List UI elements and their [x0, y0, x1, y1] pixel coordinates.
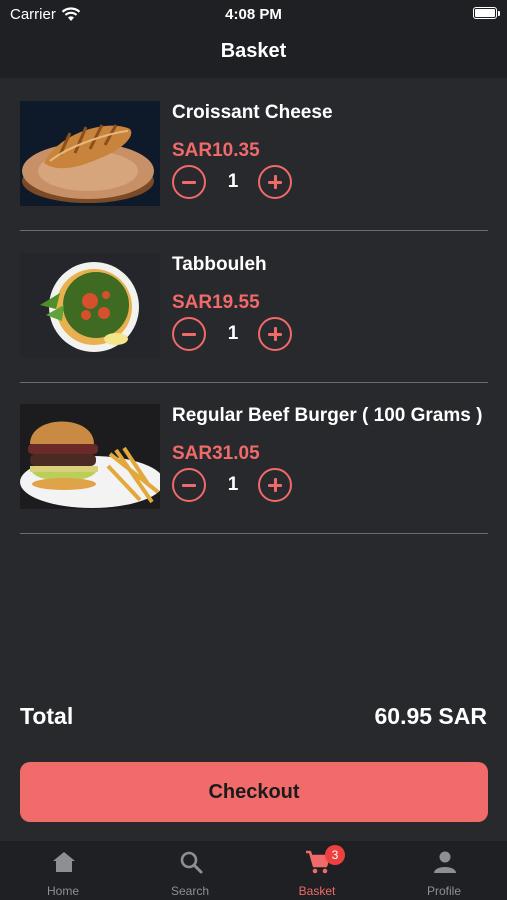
tab-label: Basket: [298, 884, 336, 898]
total-label: Total: [20, 703, 74, 729]
tab-search[interactable]: Search: [127, 841, 253, 900]
item-quantity: 1: [227, 474, 239, 495]
basket-item: Tabbouleh SAR19.55 1: [20, 230, 488, 383]
tab-label: Home: [46, 884, 79, 898]
minus-icon: [182, 181, 196, 184]
item-price: SAR19.55: [172, 292, 260, 313]
total-value: 60.95 SAR: [374, 703, 487, 729]
nav-bar: Basket: [0, 28, 507, 78]
tab-label: Profile: [426, 884, 461, 898]
checkout-button[interactable]: Checkout: [20, 762, 488, 822]
item-name: Tabbouleh: [172, 254, 267, 275]
decrease-quantity-button[interactable]: [172, 468, 206, 502]
decrease-quantity-button[interactable]: [172, 317, 206, 351]
basket-item: Croissant Cheese SAR10.35 1: [20, 78, 488, 231]
basket-item: Regular Beef Burger ( 100 Grams ) SAR31.…: [20, 381, 488, 534]
tab-bar: Home Search 3 Basket Profile: [0, 841, 507, 900]
profile-icon: [434, 851, 456, 873]
decrease-quantity-button[interactable]: [172, 165, 206, 199]
increase-quantity-button[interactable]: [258, 468, 292, 502]
item-quantity: 1: [227, 171, 239, 192]
item-price: SAR10.35: [172, 140, 260, 161]
increase-quantity-button[interactable]: [258, 165, 292, 199]
tab-profile[interactable]: Profile: [381, 841, 507, 900]
croissant-image: [20, 101, 160, 206]
item-name: Croissant Cheese: [172, 102, 333, 123]
page-title: Basket: [220, 40, 287, 62]
minus-icon: [182, 333, 196, 336]
status-time: 4:08 PM: [225, 6, 282, 23]
tab-basket[interactable]: 3 Basket: [254, 841, 380, 900]
divider: [20, 533, 488, 534]
cart-badge: 3: [325, 845, 345, 865]
burger-image: [20, 404, 160, 509]
item-quantity: 1: [227, 323, 239, 344]
tabbouleh-image: [20, 253, 160, 358]
battery-tip: [498, 11, 500, 16]
item-price: SAR31.05: [172, 443, 260, 464]
status-bar: Carrier 4:08 PM: [0, 0, 507, 28]
tab-label: Search: [170, 884, 210, 898]
battery-icon: [473, 7, 497, 19]
tab-home[interactable]: Home: [0, 841, 126, 900]
item-name: Regular Beef Burger ( 100 Grams ): [172, 405, 483, 426]
minus-icon: [182, 484, 196, 487]
home-icon: [53, 852, 75, 872]
search-icon: [180, 851, 203, 874]
increase-quantity-button[interactable]: [258, 317, 292, 351]
